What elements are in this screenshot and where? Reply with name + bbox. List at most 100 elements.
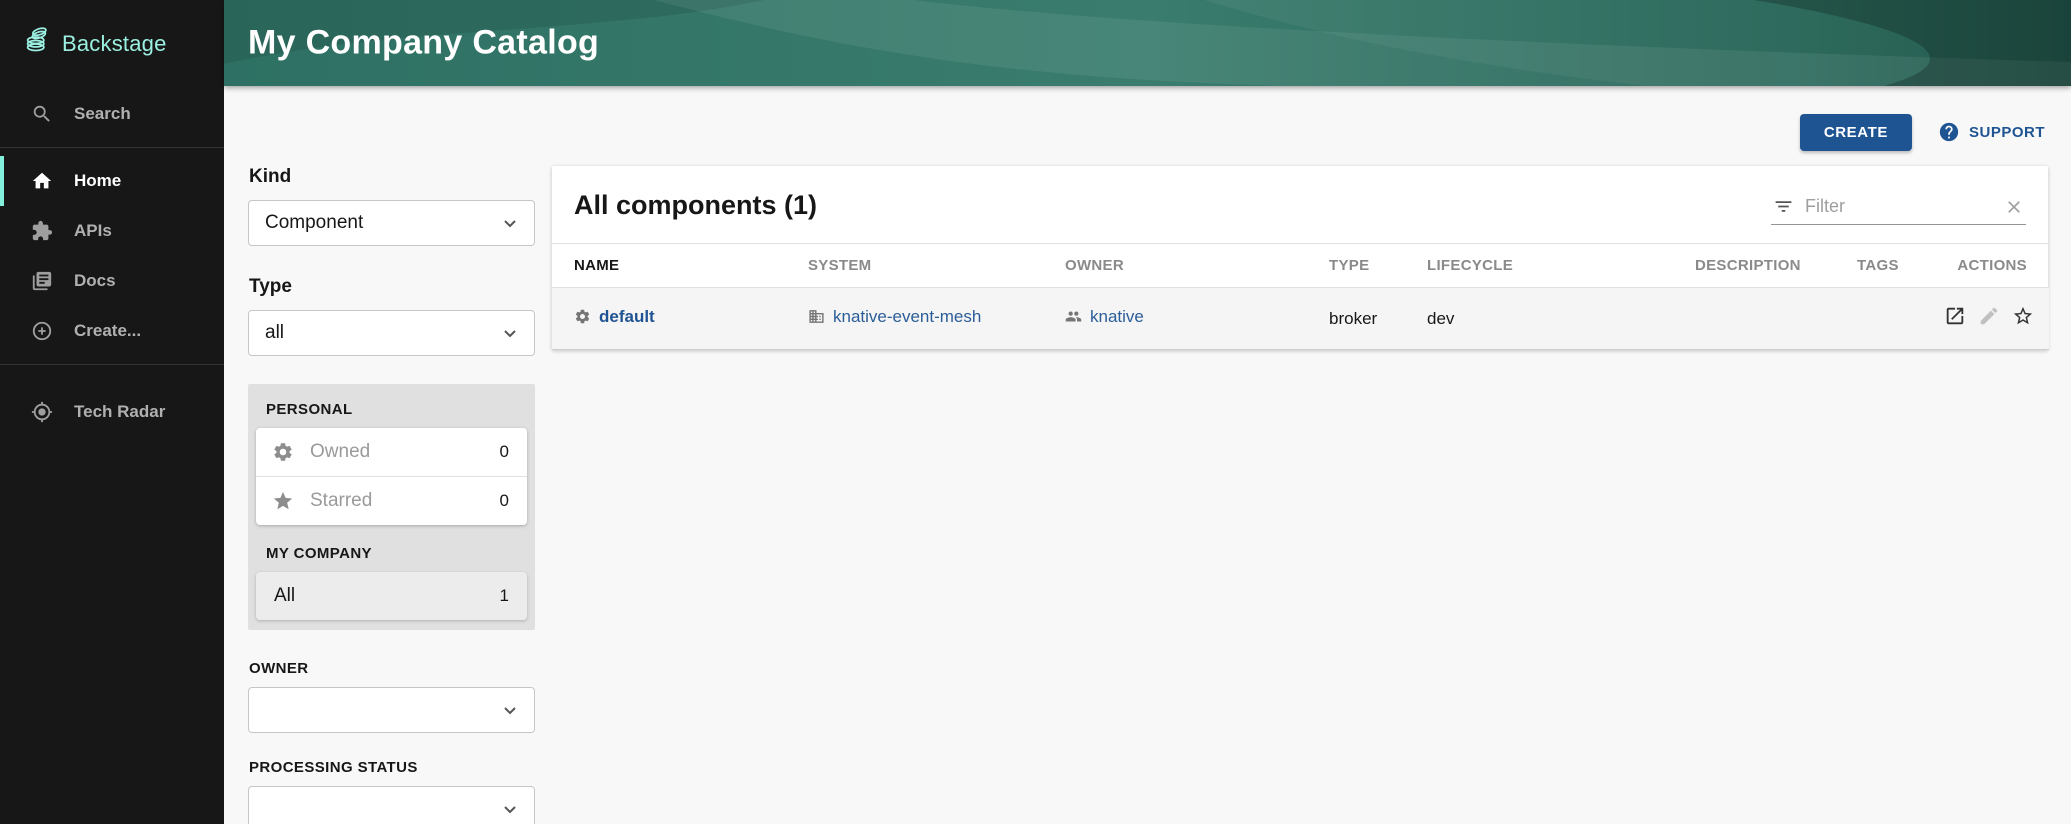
backstage-app: Backstage Search Home APIs Docs [0,0,2071,824]
type-cell: broker [1329,288,1427,350]
table-filter-field [1771,192,2026,225]
name-link-text: default [599,307,655,327]
gear-icon [272,441,294,463]
name-cell: default [552,288,808,350]
docs-icon [30,269,54,293]
chevron-down-icon [498,698,522,722]
tags-cell [1857,288,1944,350]
owned-filter-item[interactable]: Owned 0 [256,428,527,476]
all-filter-item[interactable]: All 1 [256,572,527,620]
group-icon [1065,308,1082,325]
column-header-tags[interactable]: TAGS [1857,244,1944,288]
type-select-value: all [265,322,284,344]
entity-link-default[interactable]: default [574,307,655,327]
table-header-row: NAME SYSTEM OWNER TYPE LIFECYCLE DESCRIP… [552,244,2049,288]
sidebar-item-label: Home [74,171,121,191]
sidebar-item-create[interactable]: Create... [0,306,224,356]
type-label: Type [249,276,535,298]
star-icon [272,490,294,512]
sidebar-item-home[interactable]: Home [0,156,224,206]
edit-icon[interactable] [1978,305,2000,327]
components-table: NAME SYSTEM OWNER TYPE LIFECYCLE DESCRIP… [552,243,2049,350]
sidebar-item-label: Docs [74,271,116,291]
starred-count: 0 [500,491,509,511]
kind-select-value: Component [265,212,363,234]
owner-cell: knative [1065,288,1329,350]
filters-panel: Kind Component Type all [248,166,535,824]
system-building-icon [808,308,825,325]
support-button[interactable]: SUPPORT [1938,121,2045,143]
sidebar-item-search[interactable]: Search [0,89,224,139]
sidebar-divider [0,364,224,365]
toolbar: CREATE SUPPORT [224,86,2071,152]
spacer [248,733,535,759]
sidebar-item-label: Create... [74,321,141,341]
support-label: SUPPORT [1969,124,2045,141]
sidebar-item-tech-radar[interactable]: Tech Radar [0,387,224,437]
column-header-description[interactable]: DESCRIPTION [1695,244,1857,288]
home-icon [30,169,54,193]
main-area: My Company Catalog CREATE SUPPORT Kind C… [224,0,2071,824]
column-header-lifecycle[interactable]: LIFECYCLE [1427,244,1695,288]
sidebar-divider [0,147,224,148]
content: CREATE SUPPORT Kind Component [224,86,2071,824]
owner-link-text: knative [1090,307,1144,327]
company-section-header: MY COMPANY [256,525,527,572]
column-header-system[interactable]: SYSTEM [808,244,1065,288]
table-filter-input[interactable] [1805,196,2004,217]
create-button[interactable]: CREATE [1800,114,1912,151]
column-header-name[interactable]: NAME [552,244,808,288]
page-header: My Company Catalog [224,0,2071,86]
sidebar-item-label: Tech Radar [74,402,165,422]
lifecycle-cell: dev [1427,288,1695,350]
owner-section-header: OWNER [249,660,535,677]
owner-link[interactable]: knative [1065,307,1144,327]
personal-picker-group: Owned 0 Starred 0 [256,428,527,525]
clear-filter-icon[interactable] [2004,197,2024,217]
sidebar-item-apis[interactable]: APIs [0,206,224,256]
radar-icon [30,400,54,424]
sidebar: Backstage Search Home APIs Docs [0,0,224,824]
entity-picker-card: PERSONAL Owned 0 [248,384,535,630]
table-card-header: All components (1) [552,166,2048,243]
chevron-down-icon [498,211,522,235]
processing-status-select[interactable] [248,786,535,824]
backstage-logo[interactable]: Backstage [0,0,224,89]
system-link-text: knative-event-mesh [833,307,981,327]
sidebar-spacer [0,373,224,387]
table-title: All components (1) [574,190,817,221]
spacer [248,246,535,276]
system-cell: knative-event-mesh [808,288,1065,350]
components-table-card: All components (1) [552,166,2048,350]
column-header-owner[interactable]: OWNER [1065,244,1329,288]
personal-section-header: PERSONAL [256,393,527,428]
star-outline-icon[interactable] [2012,305,2034,327]
page-title: My Company Catalog [248,24,599,63]
puzzle-icon [30,219,54,243]
chevron-down-icon [498,797,522,821]
sidebar-item-label: Search [74,104,131,124]
column-header-type[interactable]: TYPE [1329,244,1427,288]
open-in-new-icon[interactable] [1944,305,1966,327]
type-select[interactable]: all [248,310,535,356]
owner-select[interactable] [248,687,535,733]
component-kind-icon [574,308,591,325]
backstage-logo-text: Backstage [62,31,167,57]
actions-cell [1944,288,2049,350]
starred-filter-item[interactable]: Starred 0 [256,477,527,525]
all-filter-label: All [274,585,500,607]
owned-filter-label: Owned [310,441,500,463]
chevron-down-icon [498,321,522,345]
filter-list-icon [1773,196,1794,217]
description-cell [1695,288,1857,350]
kind-label: Kind [249,166,535,188]
body-row: Kind Component Type all [224,152,2071,824]
all-count: 1 [500,586,509,606]
system-link[interactable]: knative-event-mesh [808,307,981,327]
backstage-logo-icon [22,26,52,61]
table-row: default knative-event-mesh [552,288,2049,350]
sidebar-item-docs[interactable]: Docs [0,256,224,306]
search-icon [30,102,54,126]
processing-status-section-header: PROCESSING STATUS [249,759,535,776]
kind-select[interactable]: Component [248,200,535,246]
